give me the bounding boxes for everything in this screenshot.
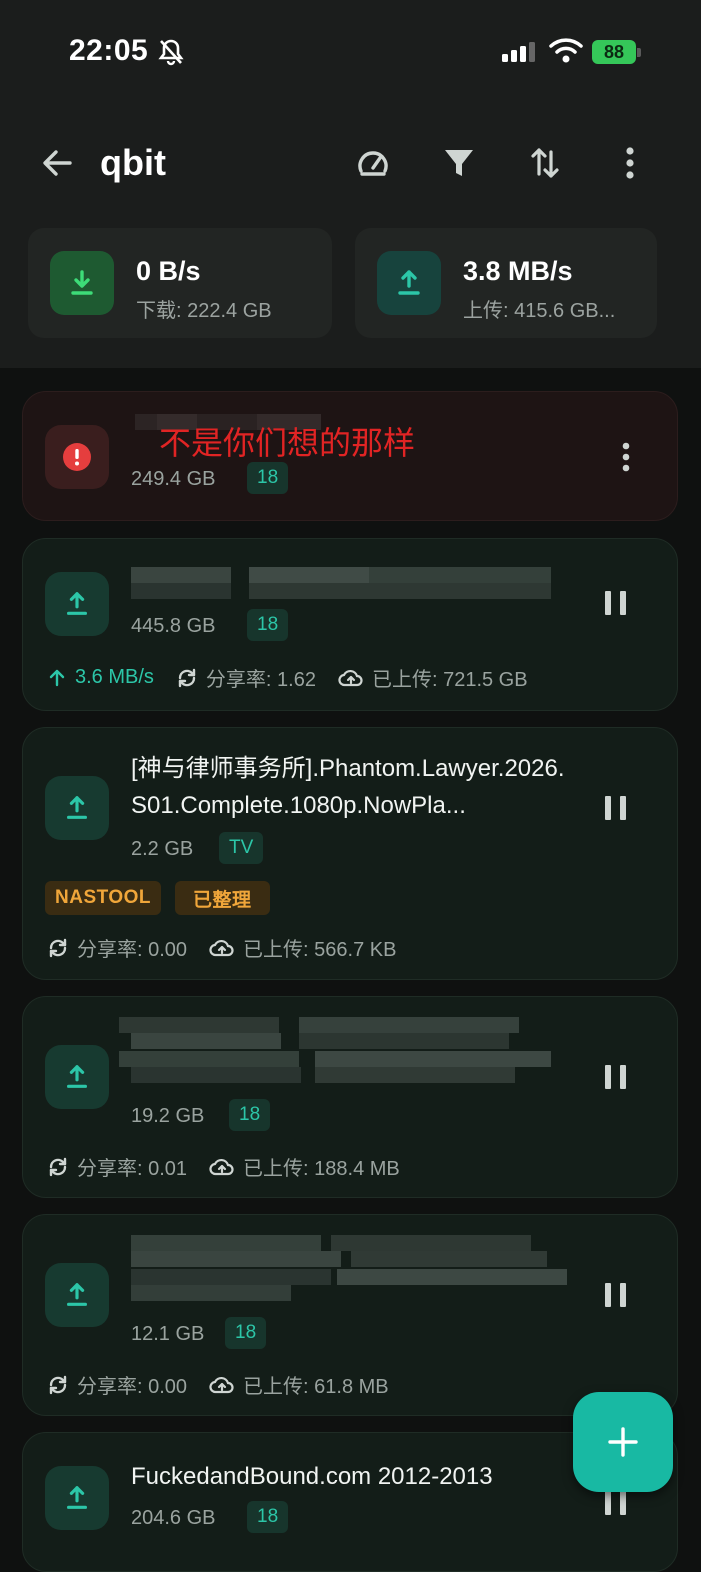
torrent-stats: 分享率: 0.00 已上传: 61.8 MB — [47, 1370, 411, 1399]
torrent-name-redacted — [119, 1017, 551, 1085]
torrent-size: 204.6 GB — [131, 1507, 216, 1529]
torrent-card[interactable]: 445.8 GB 18 3.6 MB/s 分享率: 1.62 已上传: 721.… — [22, 538, 678, 711]
pause-icon[interactable] — [603, 1489, 629, 1517]
battery-indicator: 88 — [592, 40, 636, 64]
share-ratio: 分享率: 1.62 — [176, 663, 316, 692]
filter-icon[interactable] — [440, 144, 478, 182]
torrent-name: FuckedandBound.com 2012-2013 — [131, 1463, 493, 1490]
upload-icon — [45, 1045, 109, 1109]
share-ratio: 分享率: 0.01 — [47, 1152, 187, 1181]
upload-speed-value: 3.8 MB/s — [463, 256, 573, 286]
torrent-size: 445.8 GB — [131, 615, 216, 637]
category-tag: TV — [219, 832, 264, 864]
label-chip: NASTOOL — [45, 881, 162, 915]
torrent-size: 19.2 GB — [131, 1105, 205, 1127]
cloud-upload-icon — [338, 669, 363, 686]
torrent-name: [神与律师事务所].Phantom.Lawyer.2026.S01.Comple… — [131, 755, 565, 819]
torrent-card[interactable]: 不是你们想的那样 249.4 GB 18 — [22, 391, 678, 521]
sync-icon — [49, 1375, 67, 1394]
torrent-name-redacted — [131, 1235, 567, 1303]
upload-speed: 3.6 MB/s — [47, 666, 154, 689]
category-tag: 18 — [247, 462, 289, 494]
torrent-stats: 分享率: 0.00 已上传: 566.7 KB — [47, 933, 418, 962]
share-ratio: 分享率: 0.00 — [47, 1370, 187, 1399]
uploaded-amount: 已上传: 721.5 GB — [338, 663, 528, 692]
upload-icon — [45, 1263, 109, 1327]
cloud-upload-icon — [209, 1376, 234, 1393]
uploaded-amount: 已上传: 566.7 KB — [209, 933, 396, 962]
label-chip: 已整理 — [175, 881, 270, 915]
download-speed-panel: 0 B/s 下载: 222.4 GB — [28, 228, 332, 338]
more-vertical-icon[interactable] — [612, 144, 648, 182]
arrow-up-icon — [49, 669, 65, 686]
sort-arrows-icon[interactable] — [526, 144, 564, 182]
more-vertical-icon[interactable] — [611, 440, 641, 474]
overlay-annotation: 不是你们想的那样 — [159, 425, 416, 461]
category-tag: 18 — [247, 609, 289, 641]
upload-total: 上传: 415.6 GB... — [463, 300, 616, 322]
upload-icon — [45, 1466, 109, 1530]
pause-icon[interactable] — [603, 589, 629, 617]
uploaded-amount: 已上传: 188.4 MB — [209, 1152, 400, 1181]
bell-muted-icon — [158, 39, 184, 66]
torrent-size: 2.2 GB — [131, 838, 194, 860]
speedometer-icon[interactable] — [354, 144, 392, 182]
plus-icon — [608, 1427, 638, 1457]
torrent-card[interactable]: 19.2 GB 18 分享率: 0.01 已上传: 188.4 MB — [22, 996, 678, 1198]
status-time: 22:05 — [69, 34, 149, 67]
add-torrent-button[interactable] — [573, 1392, 673, 1492]
arrow-left-icon[interactable] — [38, 144, 76, 182]
signal-icon — [502, 42, 535, 62]
torrent-stats: 3.6 MB/s 分享率: 1.62 已上传: 721.5 GB — [47, 663, 550, 692]
download-speed-value: 0 B/s — [136, 256, 201, 286]
error-icon — [45, 425, 109, 489]
upload-icon — [377, 251, 441, 315]
cloud-upload-icon — [209, 939, 234, 956]
pause-icon[interactable] — [603, 1063, 629, 1091]
pause-icon[interactable] — [603, 794, 629, 822]
sync-icon — [178, 668, 196, 687]
torrent-name-redacted — [131, 567, 551, 601]
download-total: 下载: 222.4 GB — [136, 300, 272, 322]
cloud-upload-icon — [209, 1158, 234, 1175]
category-tag: 18 — [229, 1099, 271, 1131]
upload-icon — [45, 572, 109, 636]
category-tag: 18 — [225, 1317, 267, 1349]
torrent-card[interactable]: [神与律师事务所].Phantom.Lawyer.2026.S01.Comple… — [22, 727, 678, 980]
uploaded-amount: 已上传: 61.8 MB — [209, 1370, 389, 1399]
wifi-icon — [549, 38, 583, 63]
torrent-card[interactable]: 12.1 GB 18 分享率: 0.00 已上传: 61.8 MB — [22, 1214, 678, 1416]
torrent-size: 249.4 GB — [131, 468, 216, 490]
battery-tip — [637, 48, 641, 57]
torrent-stats: 分享率: 0.01 已上传: 188.4 MB — [47, 1152, 422, 1181]
app-bar: qbit — [0, 120, 701, 206]
share-ratio: 分享率: 0.00 — [47, 933, 187, 962]
sync-icon — [49, 938, 67, 957]
pause-icon[interactable] — [603, 1281, 629, 1309]
torrent-size: 12.1 GB — [131, 1323, 205, 1345]
upload-icon — [45, 776, 109, 840]
download-icon — [50, 251, 114, 315]
upload-speed-panel: 3.8 MB/s 上传: 415.6 GB... — [355, 228, 657, 338]
category-tag: 18 — [247, 1501, 289, 1533]
page-title: qbit — [100, 142, 166, 183]
status-bar: 22:05 88 — [0, 0, 701, 100]
sync-icon — [49, 1157, 67, 1176]
